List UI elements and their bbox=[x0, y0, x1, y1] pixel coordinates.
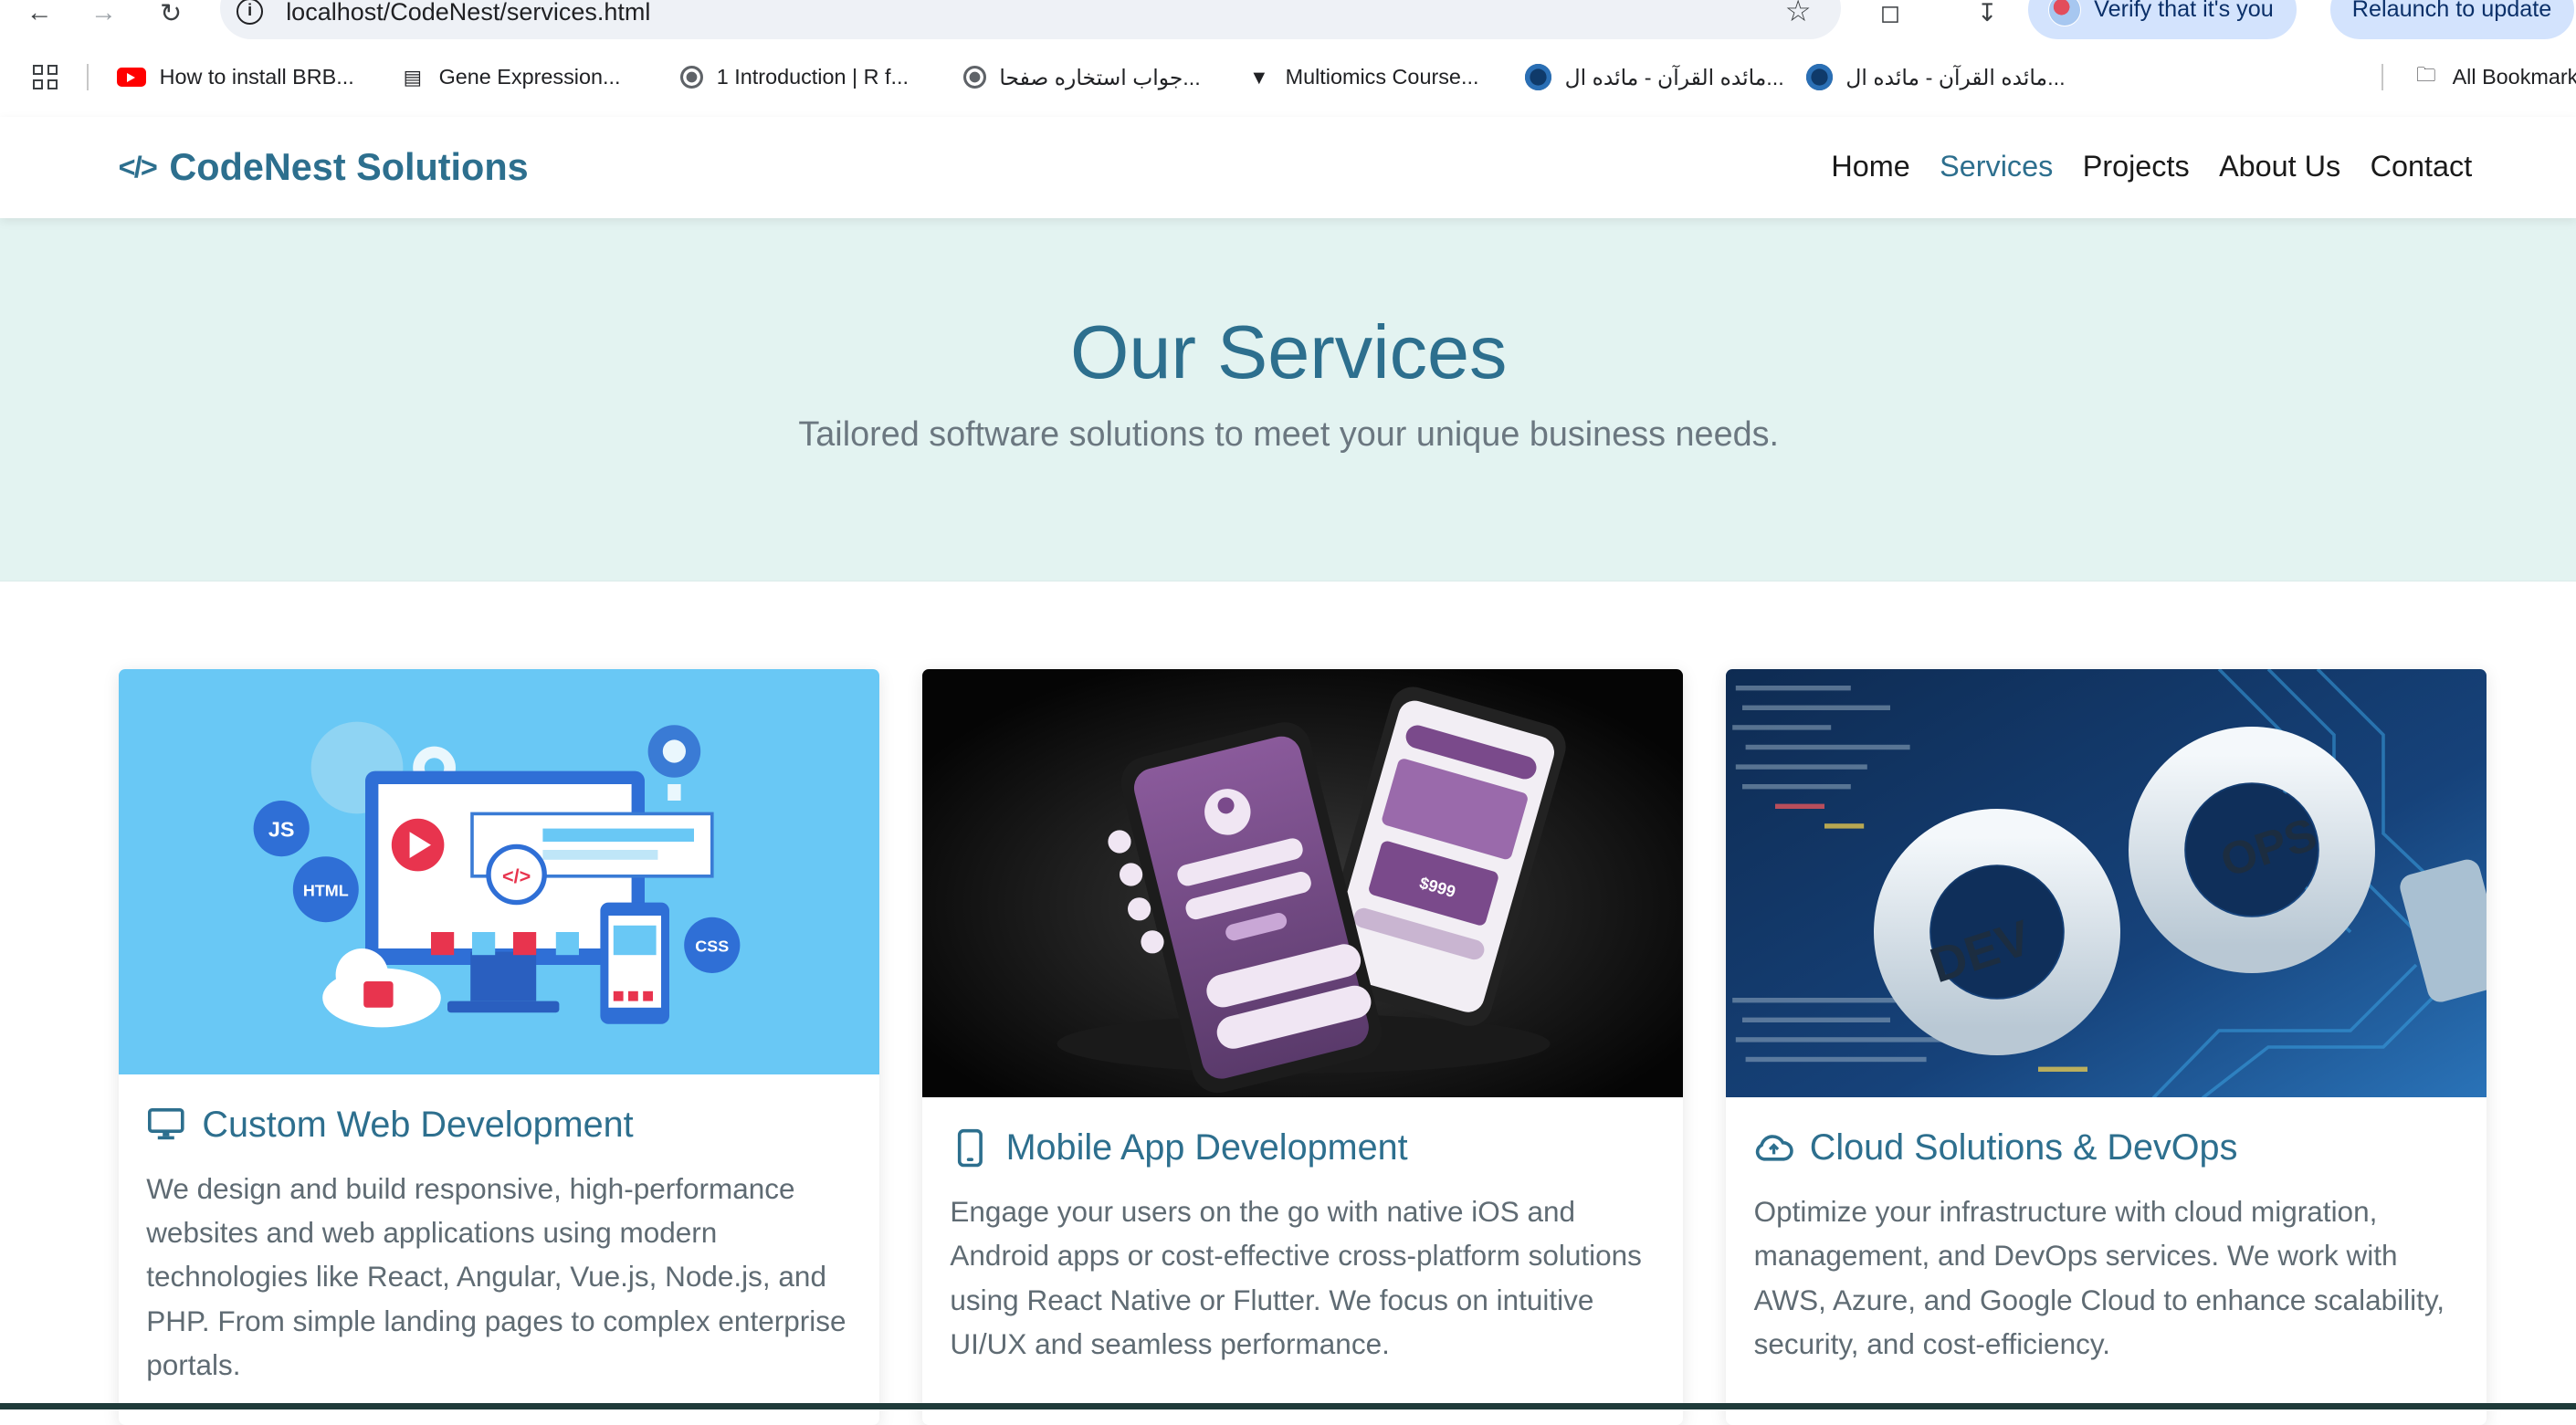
brand-name: CodeNest Solutions bbox=[169, 146, 529, 189]
monitor-icon bbox=[146, 1105, 185, 1145]
bookmark-label: Gene Expression... bbox=[438, 65, 621, 89]
all-bookmarks-label: All Bookmarks bbox=[2452, 65, 2576, 89]
apps-button[interactable] bbox=[33, 61, 58, 94]
all-bookmarks-button[interactable]: 🗀 All Bookmarks bbox=[2413, 61, 2576, 94]
html-badge: HTML bbox=[302, 881, 348, 899]
service-description-cloud: Optimize your infrastructure with cloud … bbox=[1753, 1195, 2445, 1360]
smartphone-icon bbox=[950, 1128, 989, 1168]
mobile-app-illustration: $999 bbox=[921, 668, 1684, 1098]
web-development-illustration: </> JS HTML CSS bbox=[118, 668, 879, 1075]
site-header: </> CodeNest Solutions Home Services Pro… bbox=[0, 116, 2576, 219]
quran-icon bbox=[1525, 64, 1552, 90]
devops-illustration: DEV OPS bbox=[1726, 668, 2487, 1098]
page-title: Our Services bbox=[1069, 309, 1508, 395]
service-description-mobile: Engage your users on the go with native … bbox=[950, 1195, 1642, 1360]
apps-grid-icon bbox=[33, 65, 58, 90]
bookmark-item[interactable]: مائده القرآن - مائده ال... bbox=[1806, 61, 2066, 94]
css-badge: CSS bbox=[695, 937, 729, 955]
browser-toolbar: ← → ↻ i localhost/CodeNest/services.html… bbox=[0, 0, 2576, 40]
window-bottom-edge bbox=[0, 1403, 2576, 1410]
pin-icon: ▼ bbox=[1249, 65, 1269, 89]
bookmark-item[interactable]: جواب استخاره صفحا... bbox=[962, 61, 1201, 94]
site-info-icon[interactable]: i bbox=[237, 0, 263, 25]
bookmarks-bar: How to install BRB... ▤ Gene Expression.… bbox=[0, 54, 2576, 100]
bookmark-item[interactable]: 1 Introduction | R f... bbox=[680, 61, 909, 94]
nav-home[interactable]: Home bbox=[1831, 150, 1909, 183]
nav-projects[interactable]: Projects bbox=[2083, 150, 2190, 183]
service-description-web: We design and build responsive, high-per… bbox=[146, 1171, 846, 1381]
nav-contact[interactable]: Contact bbox=[2371, 150, 2473, 183]
service-title-text: Custom Web Development bbox=[202, 1104, 634, 1145]
bookmark-label: مائده القرآن - مائده ال... bbox=[1564, 65, 1784, 89]
bookmark-star-icon[interactable]: ☆ bbox=[1785, 0, 1812, 28]
address-bar[interactable]: i localhost/CodeNest/services.html ☆ bbox=[220, 0, 1841, 40]
bookmark-item[interactable]: ▼ Multiomics Course... bbox=[1246, 61, 1478, 94]
service-title-cloud: Cloud Solutions & DevOps bbox=[1754, 1126, 2238, 1168]
service-card-mobile: $999 Mobile App Development Engage your … bbox=[921, 668, 1684, 1425]
cloud-upload-icon bbox=[1754, 1128, 1793, 1168]
slides-icon: ▤ bbox=[403, 65, 422, 89]
profile-verify-label: Verify that it's you bbox=[2094, 0, 2274, 23]
bookmark-item[interactable]: How to install BRB... bbox=[116, 61, 354, 94]
folder-icon: 🗀 bbox=[2416, 63, 2436, 87]
globe-icon bbox=[962, 65, 986, 89]
nav-about-us[interactable]: About Us bbox=[2219, 150, 2340, 183]
bookmark-item[interactable]: مائده القرآن - مائده ال... bbox=[1525, 61, 1784, 94]
service-title-web: Custom Web Development bbox=[146, 1104, 634, 1146]
service-title-mobile: Mobile App Development bbox=[950, 1126, 1408, 1168]
brand-logo-link[interactable]: </> CodeNest Solutions bbox=[119, 146, 529, 189]
bookmark-label: جواب استخاره صفحا... bbox=[999, 65, 1201, 89]
services-hero: Our Services Tailored software solutions… bbox=[0, 218, 2576, 582]
profile-verify-button[interactable]: Verify that it's you bbox=[2028, 0, 2297, 40]
download-icon[interactable]: ↧ bbox=[1969, 0, 2005, 26]
relaunch-update-button[interactable]: Relaunch to update bbox=[2330, 0, 2575, 40]
svg-text:</>: </> bbox=[502, 864, 531, 887]
globe-icon bbox=[680, 65, 704, 89]
bookmarks-divider bbox=[2381, 64, 2383, 90]
back-icon[interactable]: ← bbox=[21, 0, 58, 27]
reload-icon[interactable]: ↻ bbox=[152, 0, 189, 28]
bookmark-label: مائده القرآن - مائده ال... bbox=[1845, 65, 2066, 89]
service-card-cloud: DEV OPS Cloud Solutions & DevOps Optimiz… bbox=[1726, 668, 2487, 1425]
bookmarks-divider bbox=[87, 64, 89, 90]
page-subtitle: Tailored software solutions to meet your… bbox=[798, 415, 1780, 455]
service-title-text: Mobile App Development bbox=[1005, 1126, 1408, 1168]
js-badge: JS bbox=[268, 817, 294, 841]
relaunch-update-label: Relaunch to update bbox=[2351, 0, 2552, 23]
main-nav: Home Services Projects About Us Contact bbox=[1831, 150, 2472, 183]
forward-icon[interactable]: → bbox=[86, 0, 122, 27]
code-icon: </> bbox=[118, 151, 158, 184]
url-text[interactable]: localhost/CodeNest/services.html bbox=[286, 0, 650, 26]
nav-services[interactable]: Services bbox=[1940, 150, 2053, 183]
bookmark-label: 1 Introduction | R f... bbox=[716, 65, 909, 89]
youtube-icon bbox=[116, 67, 147, 88]
bookmark-item[interactable]: ▤ Gene Expression... bbox=[399, 61, 621, 94]
service-card-web: </> JS HTML CSS Custom Web Development W… bbox=[118, 668, 879, 1425]
bookmark-label: Multiomics Course... bbox=[1285, 65, 1479, 89]
bookmark-label: How to install BRB... bbox=[159, 65, 354, 89]
quran-icon bbox=[1806, 64, 1833, 90]
extensions-icon[interactable]: ◻ bbox=[1872, 0, 1908, 26]
profile-avatar bbox=[2047, 0, 2081, 26]
service-title-text: Cloud Solutions & DevOps bbox=[1809, 1126, 2238, 1168]
